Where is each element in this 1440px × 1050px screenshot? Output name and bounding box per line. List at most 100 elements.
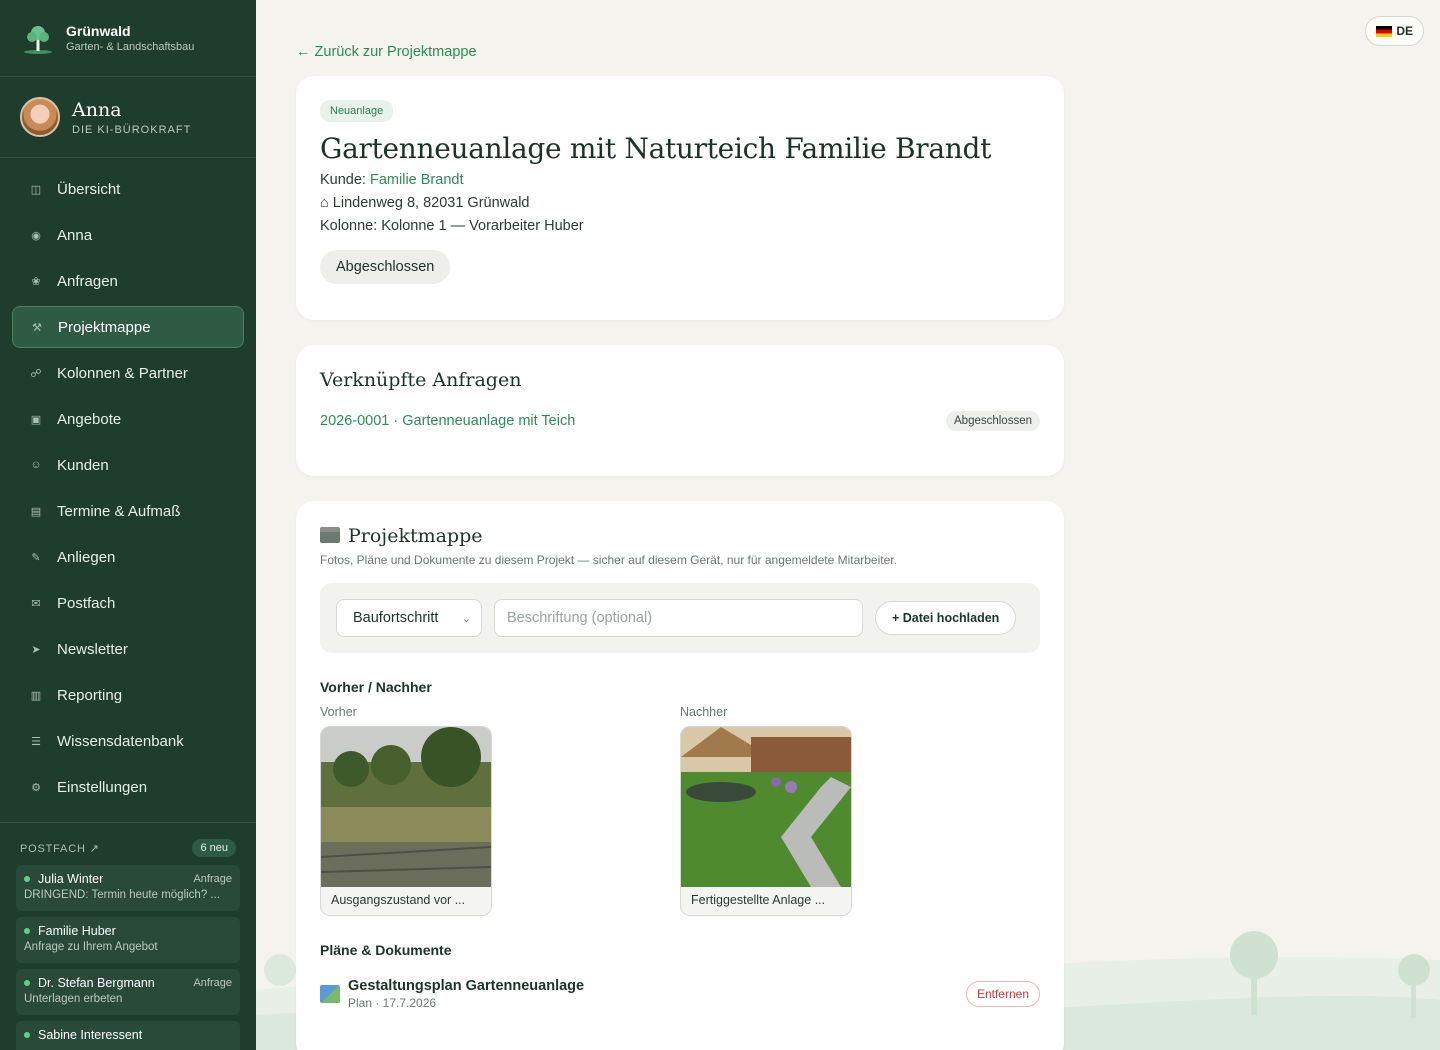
inbox-sender: Sabine Interessent [38, 1028, 143, 1042]
sidebar-item-uebersicht[interactable]: ◫ Übersicht [12, 168, 244, 210]
inbox-sender: Familie Huber [38, 924, 116, 938]
category-select[interactable]: Baufortschritt ⌄ [336, 599, 482, 637]
sidebar-item-reporting[interactable]: ▥ Reporting [12, 674, 244, 716]
newsletter-icon: ➤ [31, 643, 41, 656]
customer-label: Kunde: [320, 172, 366, 188]
after-photo-card[interactable]: Fertiggestellte Anlage ... [680, 726, 852, 916]
linked-requests-card: Verknüpfte Anfragen 2026-0001 · Gartenne… [296, 345, 1064, 476]
remove-document-button[interactable]: Entfernen [965, 981, 1040, 1007]
inbox-preview-text: Unterlagen erbeten [24, 993, 123, 1005]
sidebar-item-label: Kunden [57, 456, 109, 474]
upload-toolbar: Baufortschritt ⌄ + Datei hochladen [320, 583, 1040, 653]
sidebar-item-kunden[interactable]: ☺ Kunden [12, 444, 244, 486]
angebote-icon: ▣ [30, 413, 42, 426]
brand-subtitle: Garten- & Landschaftsbau [66, 41, 195, 53]
assistant-name: Anna [72, 98, 122, 121]
inbox-tag: Anfrage [193, 977, 232, 989]
inbox-list-item[interactable]: Julia Winter Anfrage DRINGEND: Termin heut… [16, 865, 240, 911]
anfragen-icon: ❀ [31, 275, 41, 288]
before-photo [321, 727, 491, 887]
termine-aufmass-icon: ▤ [30, 505, 42, 518]
customer-line: Kunde: Familie Brandt [320, 172, 1040, 188]
project-type-badge: Neuanlage [320, 100, 394, 122]
sidebar-item-anfragen[interactable]: ❀ Anfragen [12, 260, 244, 302]
inbox-list-item[interactable]: Sabine Interessent [16, 1021, 240, 1050]
document-meta: Plan · 17.7.2026 [348, 996, 437, 1010]
after-column: Nachher Fertiggestellte Anlage ... [680, 705, 1040, 916]
back-to-folder-link[interactable]: ← Zurück zur Projektmappe [296, 44, 477, 60]
inbox-preview-text: DRINGEND: Termin heute möglich? ... [24, 889, 220, 901]
project-status-button[interactable]: Abgeschlossen [320, 250, 451, 284]
unread-dot-icon [24, 980, 30, 986]
crew-line: Kolonne: Kolonne 1 — Vorarbeiter Huber [320, 218, 584, 234]
sidebar-item-label: Anna [57, 226, 93, 244]
sidebar-item-projektmappe[interactable]: ⚒ Projektmappe [12, 306, 244, 348]
customer-link[interactable]: Familie Brandt [370, 172, 463, 188]
german-flag-icon [1376, 25, 1393, 37]
wissensdatenbank-icon: ☰ [31, 735, 41, 748]
sidebar-item-einstellungen[interactable]: ⚙ Einstellungen [12, 766, 244, 808]
document-name[interactable]: Gestaltungsplan Gartenneuanlage [348, 978, 584, 994]
avatar [20, 97, 60, 137]
before-label: Vorher [320, 705, 357, 719]
inbox-count-badge: 6 neu [192, 839, 236, 857]
chevron-down-icon: ⌄ [461, 612, 471, 625]
language-switcher[interactable]: DE [1365, 16, 1424, 46]
before-after-gallery: Vorher Ausgangszustand vor ... Nachher F… [320, 705, 1040, 916]
tree-logo-icon [24, 26, 52, 54]
main-content: DE ← Zurück zur Projektmappe Neuanlage G… [256, 0, 1440, 1050]
assistant-profile[interactable]: Anna DIE KI-BÜROKRAFT [0, 77, 256, 158]
sidebar-item-label: Anliegen [57, 548, 116, 566]
linked-requests-title: Verknüpfte Anfragen [320, 369, 522, 391]
kolonnen-partner-icon: ☍ [30, 367, 42, 380]
sidebar-item-label: Projektmappe [58, 318, 151, 336]
sidebar-item-angebote[interactable]: ▣ Angebote [12, 398, 244, 440]
documents-heading: Pläne & Dokumente [320, 942, 452, 958]
reporting-icon: ▥ [30, 689, 42, 702]
kunden-icon: ☺ [30, 459, 42, 471]
sidebar-item-label: Angebote [57, 410, 122, 428]
upload-file-button[interactable]: + Datei hochladen [875, 601, 1017, 635]
caption-input[interactable] [494, 599, 863, 637]
folder-icon [320, 527, 340, 543]
anliegen-icon: ✎ [31, 551, 41, 564]
picture-icon [320, 985, 340, 1003]
inbox-sender: Julia Winter [38, 872, 104, 886]
inbox-tag: Anfrage [193, 873, 232, 885]
sidebar-item-label: Newsletter [57, 640, 128, 658]
assistant-role: DIE KI-BÜROKRAFT [72, 123, 192, 136]
sidebar-item-kolonnen-partner[interactable]: ☍ Kolonnen & Partner [12, 352, 244, 394]
unread-dot-icon [24, 928, 30, 934]
brand-name: Grünwald [66, 23, 131, 39]
sidebar-item-postfach[interactable]: ✉ Postfach [12, 582, 244, 624]
sidebar-item-wissensdatenbank[interactable]: ☰ Wissensdatenbank [12, 720, 244, 762]
page-title: Gartenneuanlage mit Naturteich Familie B… [320, 132, 992, 165]
inbox-title-link[interactable]: POSTFACH ↗ [20, 842, 100, 855]
before-photo-card[interactable]: Ausgangszustand vor ... [320, 726, 492, 916]
sidebar-item-termine-aufmass[interactable]: ▤ Termine & Aufmaß [12, 490, 244, 532]
after-caption: Fertiggestellte Anlage ... [691, 893, 826, 907]
address-line: ⌂ Lindenweg 8, 82031 Grünwald [320, 195, 530, 211]
sidebar-item-anna[interactable]: ◉ Anna [12, 214, 244, 256]
postfach-icon: ✉ [31, 597, 41, 610]
folder-title: Projektmappe [320, 525, 1040, 547]
linked-request-link[interactable]: 2026-0001 · Gartenneuanlage mit Teich [320, 413, 575, 429]
einstellungen-icon: ⚙ [31, 781, 41, 794]
sidebar-item-label: Anfragen [57, 272, 118, 290]
inbox-list-item[interactable]: Familie Huber Anfrage zu Ihrem Angebot [16, 917, 240, 963]
before-after-heading: Vorher / Nachher [320, 679, 432, 695]
inbox-list-item[interactable]: Dr. Stefan Bergmann Anfrage Unterlagen erb… [16, 969, 240, 1015]
unread-dot-icon [24, 1032, 30, 1038]
status-badge: Abgeschlossen [946, 411, 1040, 431]
sidebar-item-anliegen[interactable]: ✎ Anliegen [12, 536, 244, 578]
project-folder-card: Projektmappe Fotos, Pläne und Dokumente … [296, 501, 1064, 1050]
sidebar-item-newsletter[interactable]: ➤ Newsletter [12, 628, 244, 670]
sidebar-item-label: Einstellungen [57, 778, 148, 796]
folder-title-text: Projektmappe [348, 525, 483, 547]
before-caption: Ausgangszustand vor ... [331, 893, 466, 907]
after-photo [681, 727, 851, 887]
inbox-sender: Dr. Stefan Bergmann [38, 976, 155, 990]
sidebar-item-label: Kolonnen & Partner [57, 364, 188, 382]
project-header-card: Neuanlage Gartenneuanlage mit Naturteich… [296, 76, 1064, 320]
sidebar-item-label: Übersicht [57, 180, 121, 198]
